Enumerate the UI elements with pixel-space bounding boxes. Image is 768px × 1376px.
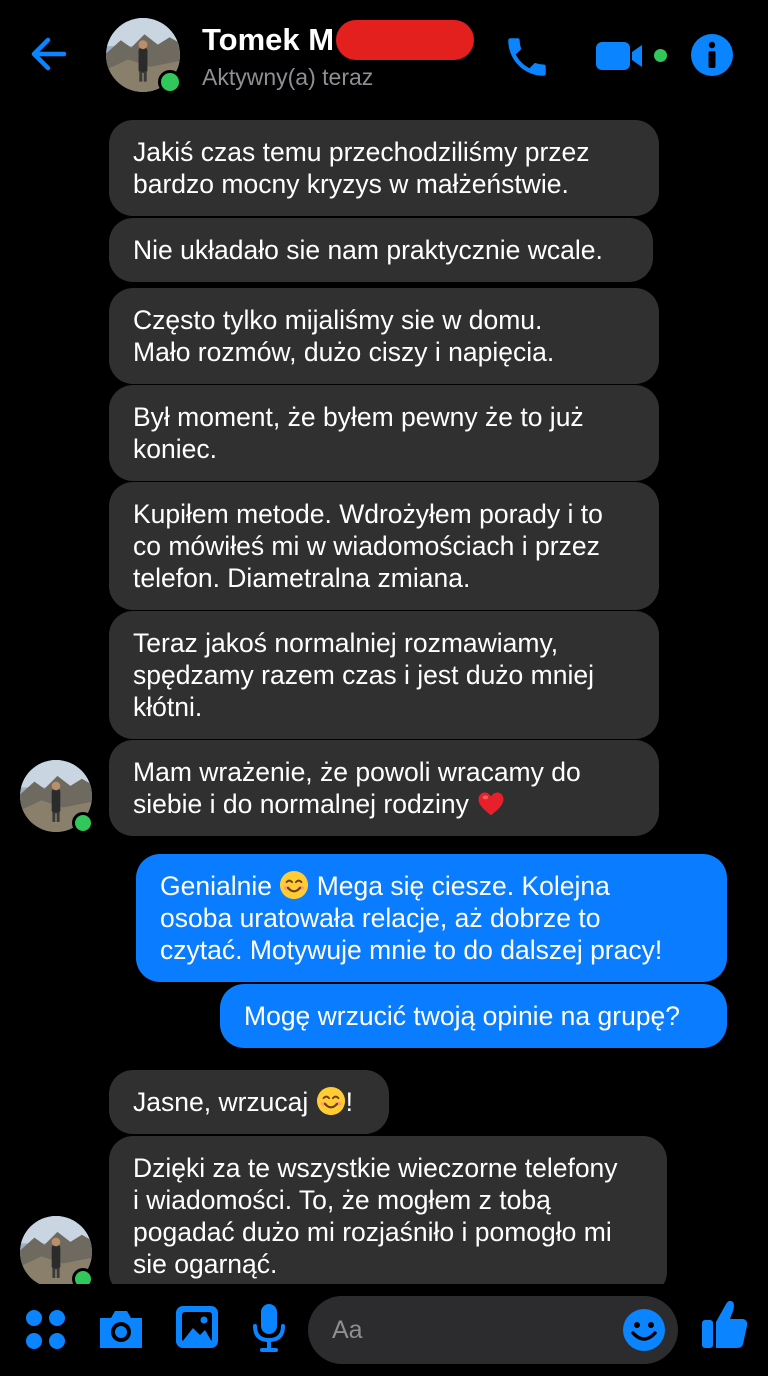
message-line: siebie i do normalnej rodziny: [133, 788, 635, 820]
message-text: Jasne, wrzucaj: [133, 1087, 309, 1117]
thumbs-up-icon[interactable]: [700, 1298, 750, 1357]
message-text: siebie i do normalnej rodziny: [133, 789, 469, 819]
message-bubble-incoming[interactable]: Jasne, wrzucaj !: [109, 1070, 389, 1134]
sender-avatar[interactable]: [20, 760, 94, 834]
microphone-icon[interactable]: [250, 1302, 288, 1359]
message-bubble-incoming[interactable]: Jakiś czas temu przechodziliśmy przez ba…: [109, 120, 659, 216]
message-line: co mówiłeś mi w wiadomościach i przez: [133, 531, 600, 561]
message-line: sie ogarnąć.: [133, 1249, 278, 1279]
message-line: pogadać dużo mi rozjaśniło i pomogło mi: [133, 1217, 612, 1247]
message-line: Był moment, że byłem pewny że to już: [133, 402, 584, 432]
message-line: osoba uratowała relacje, aż dobrze to: [160, 903, 601, 933]
online-status-indicator: [158, 70, 182, 94]
phone-icon[interactable]: [502, 32, 552, 87]
message-bubble-incoming[interactable]: Nie układało sie nam praktycznie wcale.: [109, 218, 653, 282]
message-bubble-outgoing[interactable]: Mogę wrzucić twoją opinie na grupę?: [220, 984, 727, 1048]
message-bubble-incoming[interactable]: Mam wrażenie, że powoli wracamy do siebi…: [109, 740, 659, 836]
contact-name[interactable]: Tomek M: [202, 22, 334, 58]
emoji-icon[interactable]: [622, 1308, 666, 1352]
online-status-indicator: [72, 812, 94, 834]
message-line: i wiadomości. To, że mogłem z tobą: [133, 1185, 551, 1215]
message-bubble-incoming[interactable]: Był moment, że byłem pewny że to już kon…: [109, 385, 659, 481]
message-line: Mogę wrzucić twoją opinie na grupę?: [244, 1001, 681, 1031]
message-text: Mega się ciesze. Kolejna: [316, 871, 610, 901]
smiling-face-emoji: [279, 870, 309, 900]
gallery-icon[interactable]: [174, 1304, 220, 1355]
video-camera-icon[interactable]: [594, 38, 648, 79]
message-line: czytać. Motywuje mnie to do dalszej prac…: [160, 935, 663, 965]
message-line: bardzo mocny kryzys w małżeństwie.: [133, 169, 569, 199]
apps-grid-icon[interactable]: [24, 1308, 68, 1357]
contact-avatar[interactable]: [106, 18, 182, 94]
sender-avatar[interactable]: [20, 1216, 94, 1284]
message-line: Często tylko mijaliśmy sie w domu.: [133, 305, 543, 335]
message-line: Mam wrażenie, że powoli wracamy do: [133, 757, 581, 787]
back-arrow-icon[interactable]: [26, 30, 74, 78]
message-line: Jakiś czas temu przechodziliśmy przez: [133, 137, 590, 167]
message-line: Dzięki za te wszystkie wieczorne telefon…: [133, 1153, 618, 1183]
message-line: koniec.: [133, 434, 217, 464]
message-line: Mało rozmów, dużo ciszy i napięcia.: [133, 337, 555, 367]
message-bubble-incoming[interactable]: Kupiłem metode. Wdrożyłem porady i to co…: [109, 482, 659, 610]
message-input[interactable]: Aa: [308, 1296, 678, 1364]
message-input-placeholder: Aa: [332, 1316, 363, 1344]
message-composer: Aa: [0, 1284, 768, 1376]
message-line: Nie układało sie nam praktycznie wcale.: [133, 235, 603, 265]
conversation-header: Tomek M Aktywny(a) teraz: [0, 0, 768, 112]
camera-icon[interactable]: [96, 1306, 146, 1357]
message-bubble-incoming[interactable]: Teraz jakoś normalniej rozmawiamy, spędz…: [109, 611, 659, 739]
info-icon[interactable]: [690, 33, 734, 82]
message-line: Kupiłem metode. Wdrożyłem porady i to: [133, 499, 603, 529]
redaction-mark: [336, 20, 474, 60]
message-list[interactable]: Jakiś czas temu przechodziliśmy przez ba…: [0, 112, 768, 1284]
video-active-dot: [654, 49, 667, 62]
message-bubble-incoming[interactable]: Często tylko mijaliśmy sie w domu. Mało …: [109, 288, 659, 384]
message-line: kłótni.: [133, 692, 203, 722]
message-bubble-outgoing[interactable]: Genialnie Mega się ciesze. Kolejna osoba…: [136, 854, 727, 982]
message-line: Teraz jakoś normalniej rozmawiamy,: [133, 628, 559, 658]
message-text: Genialnie: [160, 871, 272, 901]
online-status-indicator: [72, 1268, 94, 1284]
red-heart-emoji: [476, 788, 506, 818]
message-bubble-incoming[interactable]: Dzięki za te wszystkie wieczorne telefon…: [109, 1136, 667, 1284]
message-line: Genialnie Mega się ciesze. Kolejna: [160, 870, 703, 902]
smiling-face-emoji: [316, 1086, 346, 1116]
message-line: spędzamy razem czas i jest dużo mniej: [133, 660, 594, 690]
message-text: !: [345, 1087, 354, 1117]
message-line: telefon. Diametralna zmiana.: [133, 563, 471, 593]
contact-status: Aktywny(a) teraz: [202, 64, 374, 90]
message-line: Jasne, wrzucaj !: [133, 1086, 365, 1118]
